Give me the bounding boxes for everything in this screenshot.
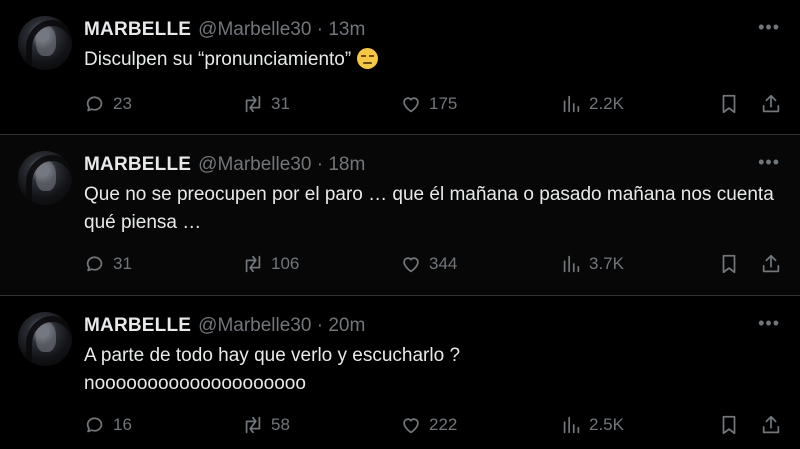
tweet-text: A parte de todo hay que verlo y escuchar… (84, 345, 461, 394)
handle-and-time[interactable]: @Marbelle30 · 18m (198, 154, 365, 176)
like-count: 222 (429, 415, 458, 434)
heart-icon (403, 97, 419, 113)
retweet-count: 58 (271, 415, 290, 434)
avatar[interactable] (18, 151, 72, 205)
reply-count: 23 (113, 94, 132, 113)
retweet-button[interactable]: 106 (242, 253, 299, 275)
more-icon[interactable]: ••• (758, 314, 780, 332)
bookmark-icon (722, 415, 736, 435)
tweet-header: MARBELLE @Marbelle30 · 18m (84, 153, 365, 177)
view-count: 3.7K (589, 254, 624, 273)
views-icon (563, 255, 580, 273)
bookmark-button[interactable] (718, 253, 740, 275)
like-count: 175 (429, 94, 458, 113)
retweet-icon (245, 255, 261, 273)
tweet-actions: 23 31 175 2.2K (84, 92, 784, 116)
share-button[interactable] (760, 93, 782, 115)
bookmark-button[interactable] (718, 414, 740, 436)
tweet[interactable]: MARBELLE @Marbelle30 · 13m ••• Disculpen… (0, 0, 800, 135)
avatar[interactable] (18, 312, 72, 366)
tweet-text-content: Disculpen su “pronunciamiento” (84, 49, 352, 70)
views-button[interactable]: 2.5K (560, 414, 624, 436)
views-icon (563, 416, 580, 434)
share-button[interactable] (760, 414, 782, 436)
reply-button[interactable]: 16 (84, 414, 132, 436)
retweet-icon (245, 95, 261, 113)
display-name[interactable]: MARBELLE (84, 154, 191, 176)
reply-icon (86, 256, 103, 272)
views-button[interactable]: 2.2K (560, 93, 624, 115)
tweet-actions: 31 106 344 3.7K (84, 252, 784, 276)
tweet-header: MARBELLE @Marbelle30 · 20m (84, 314, 365, 338)
display-name[interactable]: MARBELLE (84, 315, 191, 337)
view-count: 2.5K (589, 415, 624, 434)
like-button[interactable]: 344 (400, 253, 457, 275)
bookmark-icon (722, 254, 736, 274)
unamused-face-emoji-icon (357, 48, 379, 69)
like-count: 344 (429, 254, 458, 273)
like-button[interactable]: 222 (400, 414, 457, 436)
more-icon[interactable]: ••• (758, 153, 780, 171)
view-count: 2.2K (589, 94, 624, 113)
bookmark-icon (722, 94, 736, 114)
tweet-actions: 16 58 222 2.5K (84, 413, 784, 437)
share-icon (762, 94, 780, 113)
bookmark-button[interactable] (718, 93, 740, 115)
more-icon[interactable]: ••• (758, 18, 780, 36)
share-icon (762, 415, 780, 434)
heart-icon (403, 418, 419, 434)
like-button[interactable]: 175 (400, 93, 457, 115)
display-name[interactable]: MARBELLE (84, 19, 191, 41)
tweet-text: Disculpen su “pronunciamiento” (84, 46, 774, 74)
reply-icon (86, 417, 103, 433)
retweet-button[interactable]: 31 (242, 93, 290, 115)
avatar[interactable] (18, 16, 72, 70)
retweet-count: 106 (271, 254, 300, 273)
heart-icon (403, 257, 419, 273)
reply-button[interactable]: 23 (84, 93, 132, 115)
retweet-icon (245, 416, 261, 434)
tweet-text: Que no se preocupen por el paro … que él… (84, 184, 774, 233)
views-icon (563, 95, 580, 113)
handle-and-time[interactable]: @Marbelle30 · 13m (198, 19, 365, 41)
share-button[interactable] (760, 253, 782, 275)
share-icon (762, 254, 780, 273)
views-button[interactable]: 3.7K (560, 253, 624, 275)
reply-count: 16 (113, 415, 132, 434)
timeline-feed: MARBELLE @Marbelle30 · 13m ••• Disculpen… (0, 0, 800, 449)
tweet[interactable]: MARBELLE @Marbelle30 · 18m ••• Que no se… (0, 135, 800, 296)
reply-button[interactable]: 31 (84, 253, 132, 275)
reply-count: 31 (113, 254, 132, 273)
retweet-button[interactable]: 58 (242, 414, 290, 436)
tweet[interactable]: MARBELLE @Marbelle30 · 20m ••• A parte d… (0, 296, 800, 449)
retweet-count: 31 (271, 94, 290, 113)
handle-and-time[interactable]: @Marbelle30 · 20m (198, 315, 365, 337)
tweet-header: MARBELLE @Marbelle30 · 13m (84, 18, 365, 42)
reply-icon (86, 96, 103, 112)
